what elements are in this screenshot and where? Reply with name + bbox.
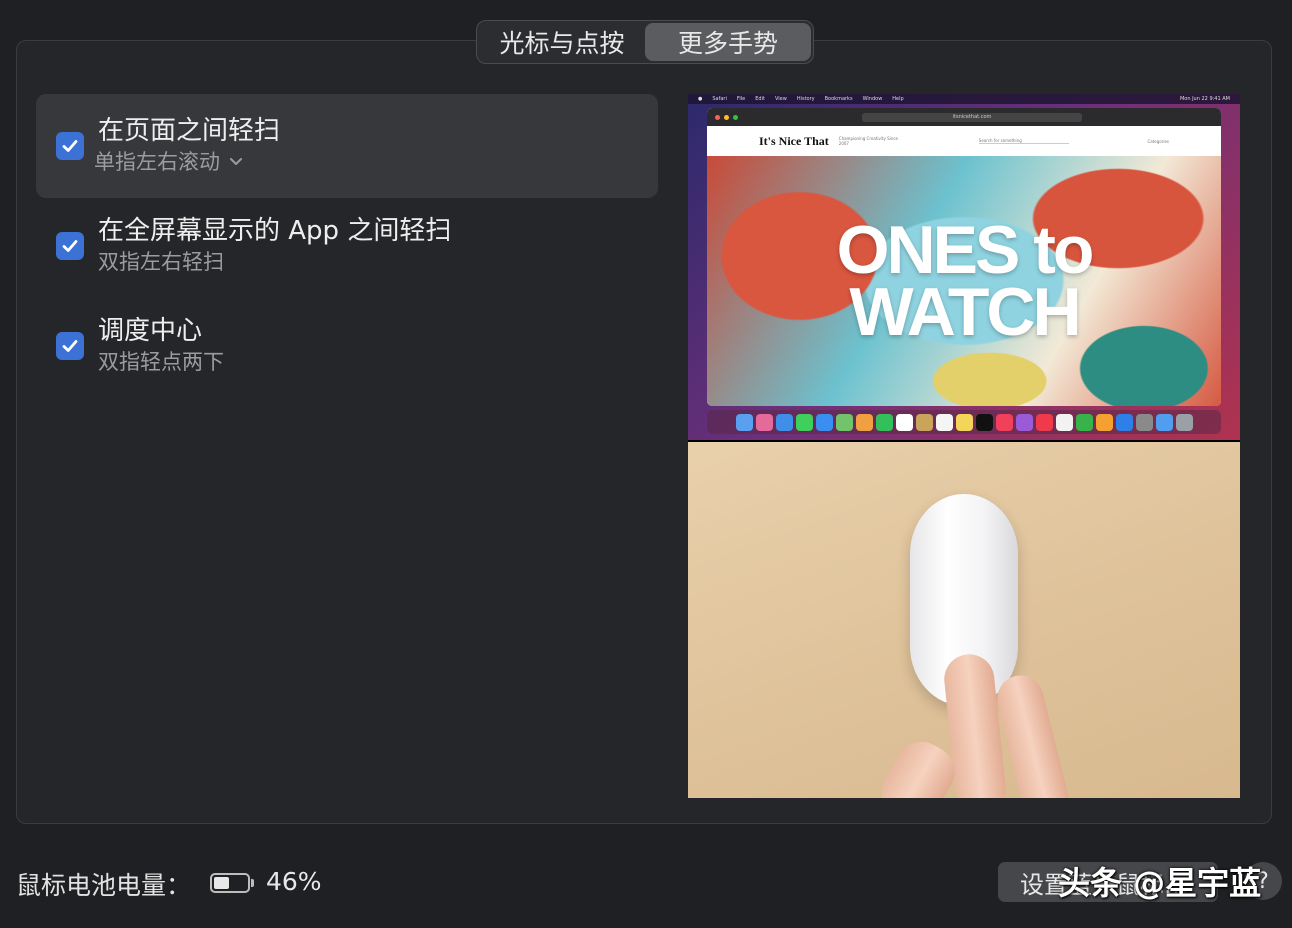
site-hero-artwork: ONES to WATCH: [707, 156, 1221, 406]
preview-dock: [707, 410, 1221, 434]
close-dot-icon: [715, 114, 720, 120]
battery-percent: 46%: [266, 867, 322, 896]
numbers-icon: [1075, 413, 1093, 431]
photos-icon: [855, 413, 873, 431]
menubar-item: Help: [892, 96, 904, 102]
site-logo: It's Nice That: [759, 133, 829, 148]
tab-point-and-click[interactable]: 光标与点按: [479, 23, 645, 61]
facetime-icon: [875, 413, 893, 431]
chevron-down-icon: [230, 158, 242, 165]
notes-icon: [955, 413, 973, 431]
minimize-dot-icon: [724, 114, 729, 120]
battery-tip-icon: [251, 879, 254, 887]
gesture-preview-video: ● Safari File Edit View History Bookmark…: [688, 94, 1240, 798]
menubar-item: Edit: [755, 96, 765, 102]
site-tagline: Championing Creativity Since 2007: [838, 136, 899, 146]
pages-icon: [1095, 413, 1113, 431]
swipe-between-apps-checkbox[interactable]: [56, 232, 84, 260]
checkmark-icon: [62, 340, 78, 352]
podcasts-icon: [1015, 413, 1033, 431]
menubar-item: File: [736, 96, 746, 102]
gesture-option-dropdown[interactable]: 单指左右滚动: [94, 146, 244, 176]
site-search: Search for something: [978, 138, 1069, 144]
watermark-text: 头条 @星宇蓝: [1058, 864, 1262, 902]
preview-browser-window: itsnicethat.com It's Nice That Championi…: [707, 108, 1221, 406]
contacts-icon: [915, 413, 933, 431]
tab-bar: 光标与点按 更多手势: [476, 20, 814, 64]
battery-level-fill: [214, 877, 229, 889]
trash-icon: [1175, 413, 1193, 431]
gesture-subtitle: 双指左右轻扫: [98, 250, 224, 274]
maps-icon: [835, 413, 853, 431]
menubar-item: Bookmarks: [824, 96, 853, 102]
news-icon: [1035, 413, 1053, 431]
hero-headline-line1: ONES to: [836, 212, 1095, 288]
site-header: It's Nice That Championing Creativity Si…: [707, 126, 1221, 156]
tab-more-gestures[interactable]: 更多手势: [645, 23, 811, 61]
gesture-row-swipe-between-apps[interactable]: 在全屏幕显示的 App 之间轻扫 双指左右轻扫: [36, 196, 658, 300]
gesture-subtitle: 双指轻点两下: [98, 350, 224, 374]
mission-control-checkbox[interactable]: [56, 332, 84, 360]
checkmark-icon: [62, 240, 78, 252]
menubar-clock: Mon Jun 22 9:41 AM: [1179, 96, 1230, 102]
messages-icon: [795, 413, 813, 431]
zoom-dot-icon: [733, 114, 738, 120]
safari-icon: [775, 413, 793, 431]
menubar-app: Safari: [712, 96, 727, 102]
swipe-between-pages-checkbox[interactable]: [56, 132, 84, 160]
browser-url-bar: itsnicethat.com: [862, 112, 1082, 122]
apple-logo-icon: ●: [698, 96, 703, 102]
tv-icon: [975, 413, 993, 431]
finder-icon: [735, 413, 753, 431]
checkmark-icon: [62, 140, 78, 152]
preview-desk-surface: [688, 442, 1240, 798]
browser-toolbar: itsnicethat.com: [707, 108, 1221, 126]
menubar-item: View: [774, 96, 787, 102]
gesture-subtitle: 单指左右滚动: [94, 150, 220, 174]
mail-icon: [815, 413, 833, 431]
music-icon: [995, 413, 1013, 431]
launchpad-icon: [755, 413, 773, 431]
gesture-title: 在全屏幕显示的 App 之间轻扫: [98, 216, 452, 246]
gesture-title: 在页面之间轻扫: [98, 116, 281, 146]
calendar-icon: [895, 413, 913, 431]
preview-menubar: ● Safari File Edit View History Bookmark…: [688, 94, 1240, 104]
menubar-item: History: [796, 96, 815, 102]
battery-icon: [210, 873, 250, 893]
battery-label: 鼠标电池电量：: [16, 871, 192, 900]
gesture-row-mission-control[interactable]: 调度中心 双指轻点两下: [36, 296, 658, 400]
app-store-icon: [1115, 413, 1133, 431]
downloads-folder-icon: [1155, 413, 1173, 431]
hero-headline-line2: WATCH: [849, 274, 1081, 350]
keynote-icon: [1055, 413, 1073, 431]
gesture-title: 调度中心: [98, 316, 203, 346]
menubar-item: Window: [862, 96, 883, 102]
mouse-preferences-window: 光标与点按 更多手势 在页面之间轻扫 单指左右滚动 在全屏幕显示的 App 之间…: [0, 0, 1292, 928]
reminders-icon: [935, 413, 953, 431]
system-preferences-icon: [1135, 413, 1153, 431]
gesture-row-swipe-between-pages[interactable]: 在页面之间轻扫 单指左右滚动: [36, 94, 658, 198]
site-categories: Categories: [1147, 138, 1169, 144]
preview-mac-screen: ● Safari File Edit View History Bookmark…: [688, 94, 1240, 440]
